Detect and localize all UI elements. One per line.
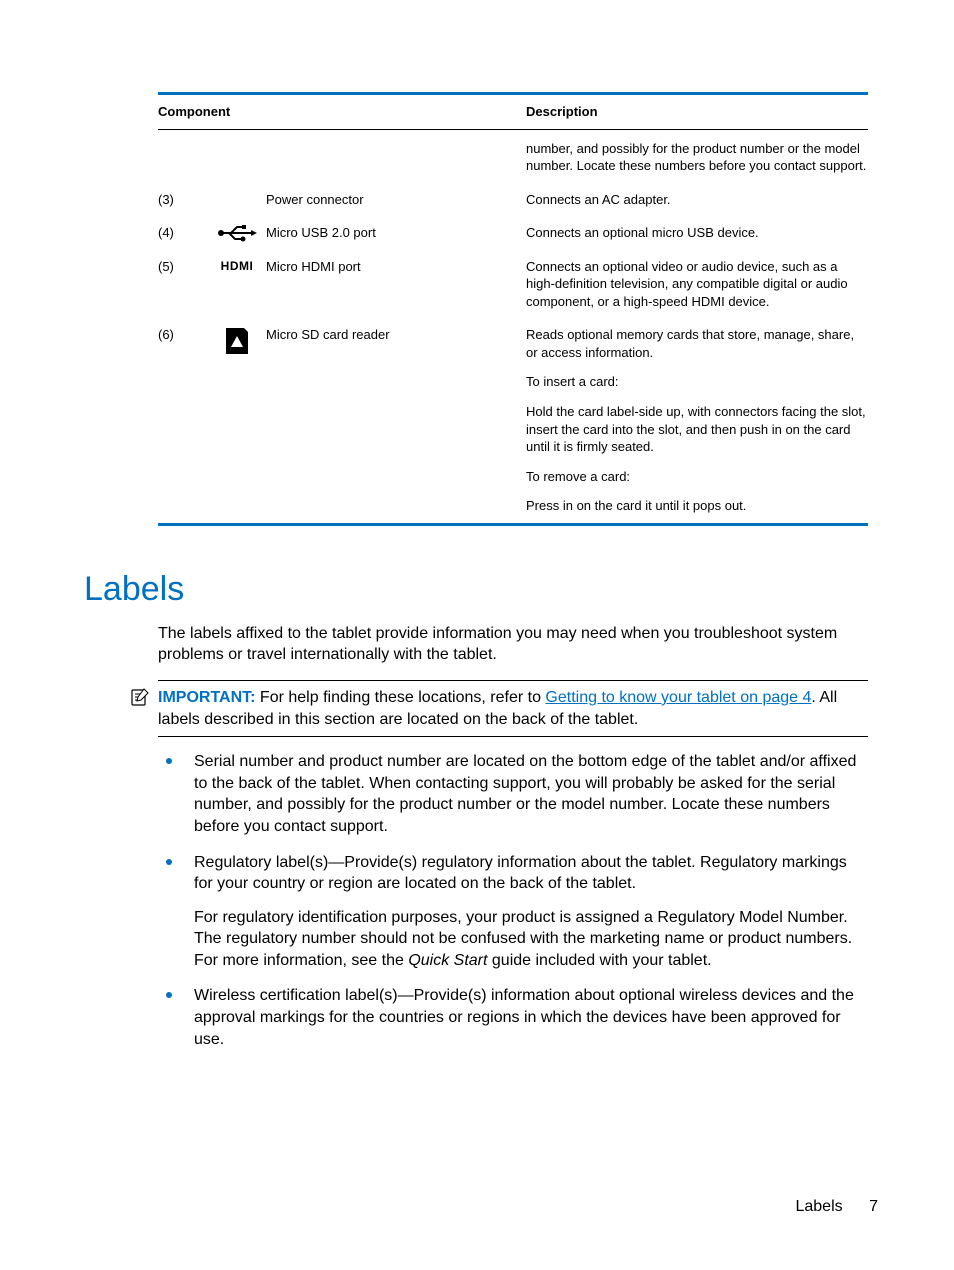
table-cell-number: (6): [158, 326, 208, 518]
table-cell-description: number, and possibly for the product num…: [526, 140, 868, 175]
important-text-pre: For help finding these locations, refer …: [260, 689, 546, 706]
page-footer: Labels 7: [795, 1198, 878, 1216]
table-cell-description: Connects an optional video or audio devi…: [526, 258, 868, 311]
table-cell-description: Connects an AC adapter.: [526, 191, 868, 209]
table-cell-description: To insert a card:: [526, 373, 868, 391]
list-item: Serial number and product number are loc…: [158, 751, 868, 837]
important-note: IMPORTANT: For help finding these locati…: [158, 680, 868, 737]
component-table: Component Description number, and possib…: [158, 92, 868, 526]
table-row: (5) HDMI Micro HDMI port Connects an opt…: [158, 248, 868, 317]
table-header-component: Component: [158, 103, 418, 121]
table-cell-component: Micro USB 2.0 port: [266, 224, 526, 246]
list-item: Regulatory label(s)—Provide(s) regulator…: [158, 852, 868, 972]
list-item-text: Serial number and product number are loc…: [194, 751, 868, 837]
table-header-row: Component Description: [158, 95, 868, 130]
list-item-text: Wireless certification label(s)—Provide(…: [194, 985, 868, 1050]
table-row: (4) Micro USB 2.0 port Connects an: [158, 214, 868, 248]
table-cell-number: (5): [158, 258, 208, 315]
note-icon: [130, 687, 150, 714]
quick-start-reference: Quick Start: [408, 952, 487, 969]
table-cell-description: Press in on the card it until it pops ou…: [526, 497, 868, 515]
usb-icon: [217, 224, 257, 242]
sd-card-icon: [224, 326, 250, 356]
table-row: number, and possibly for the product num…: [158, 130, 868, 181]
table-cell-component: Power connector: [266, 191, 526, 213]
table-cell-number: (3): [158, 191, 208, 213]
table-cell-number: (4): [158, 224, 208, 246]
intro-paragraph: The labels affixed to the tablet provide…: [158, 623, 868, 666]
table-header-description: Description: [526, 103, 868, 121]
table-row: (6) Micro SD card reader Reads optional …: [158, 316, 868, 520]
table-bottom-rule: [158, 523, 868, 526]
list-item-text: Regulatory label(s)—Provide(s) regulator…: [194, 852, 868, 895]
table-cell-component: Micro HDMI port: [266, 258, 526, 315]
table-row: (3) Power connector Connects an AC adapt…: [158, 181, 868, 215]
footer-section: Labels: [795, 1198, 842, 1215]
table-cell-description: Reads optional memory cards that store, …: [526, 326, 868, 361]
bullet-list: Serial number and product number are loc…: [158, 751, 868, 1050]
cross-reference-link[interactable]: Getting to know your tablet on page 4: [545, 689, 811, 706]
page-number: 7: [869, 1198, 878, 1215]
important-label: IMPORTANT:: [158, 689, 255, 706]
list-item-subtext: For regulatory identification purposes, …: [194, 907, 868, 972]
table-cell-component: Micro SD card reader: [266, 326, 526, 518]
table-cell-description: To remove a card:: [526, 468, 868, 486]
list-item: Wireless certification label(s)—Provide(…: [158, 985, 868, 1050]
hdmi-icon: HDMI: [221, 258, 254, 274]
section-heading-labels: Labels: [84, 570, 878, 609]
table-cell-description: Hold the card label-side up, with connec…: [526, 403, 868, 456]
table-cell-description: Connects an optional micro USB device.: [526, 224, 868, 242]
